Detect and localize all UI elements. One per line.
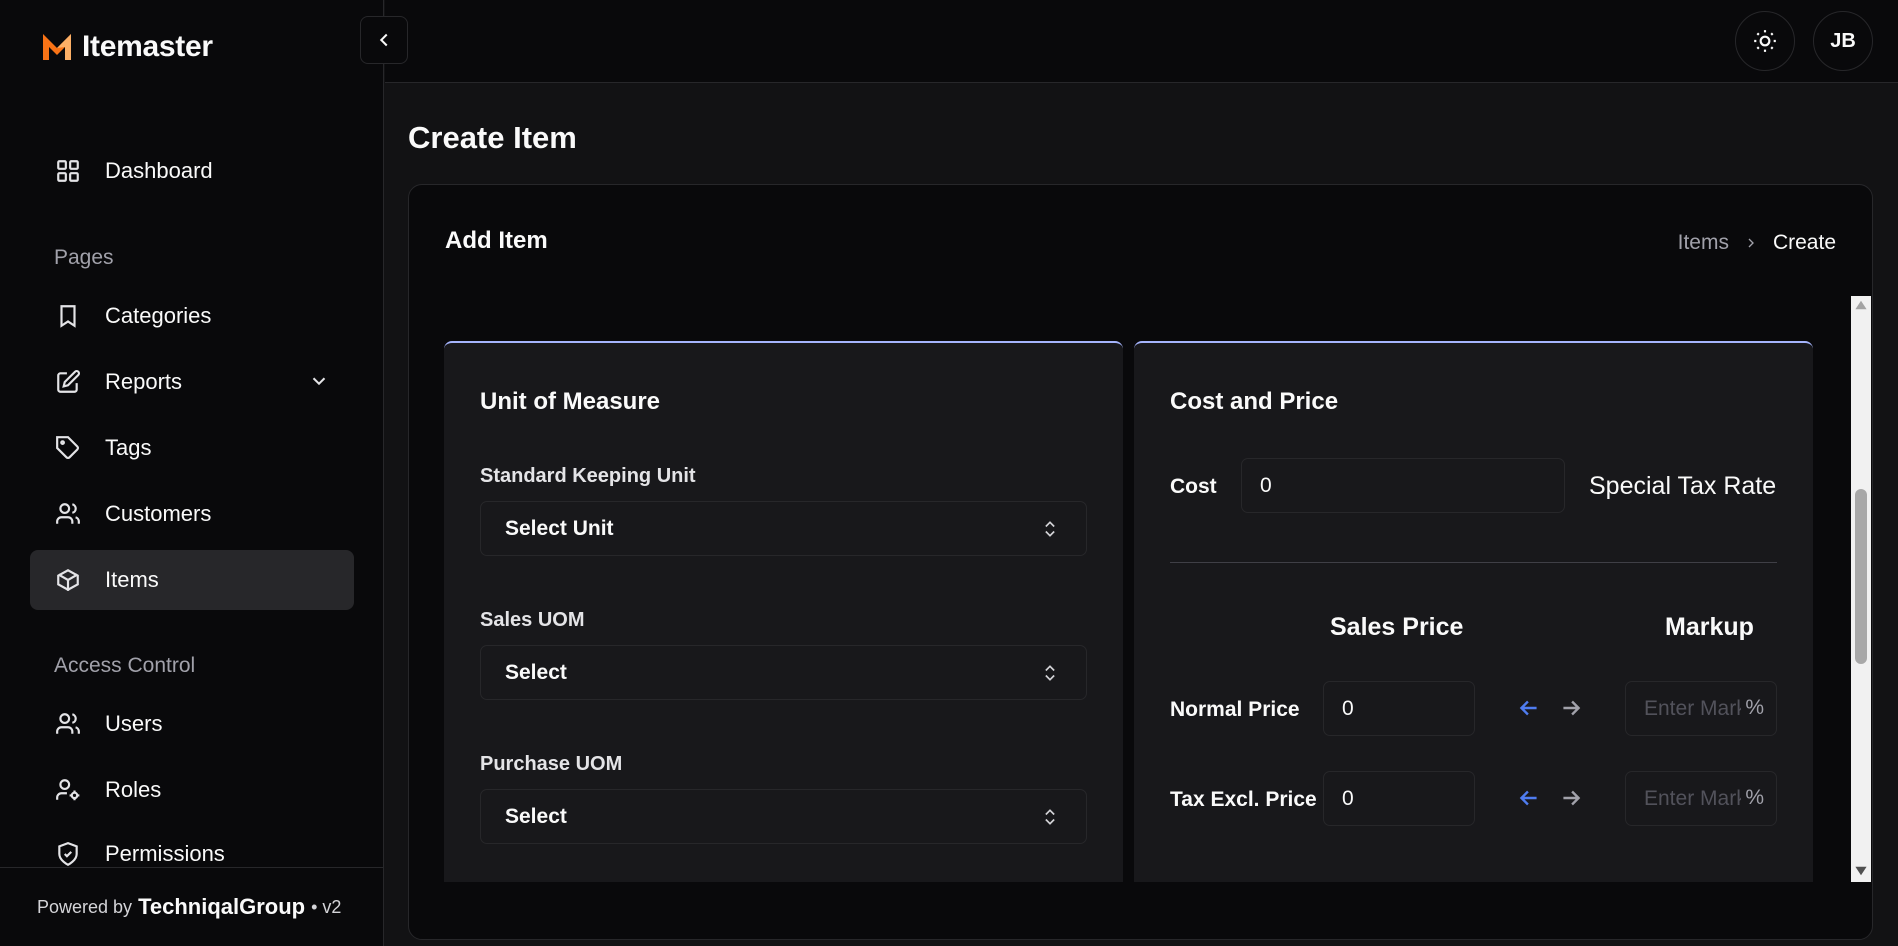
sidebar-item-categories[interactable]: Categories [30,286,354,346]
sidebar-collapse-button[interactable] [360,16,408,64]
sidebar-footer: Powered by TechniqalGroup • v2 [0,867,384,946]
user-cog-icon [54,776,82,804]
tag-icon [54,434,82,462]
cost-price-title: Cost and Price [1170,388,1339,415]
tax-excl-markup-field: % [1625,771,1777,826]
sidebar-item-label: Reports [105,369,183,394]
chevron-left-icon [379,33,388,47]
sidebar-item-label: Users [105,711,163,736]
sidebar-item-label: Categories [105,303,212,328]
arrow-right-icon[interactable] [1556,693,1586,723]
cost-input[interactable] [1241,458,1565,513]
chevron-right-icon [1748,238,1754,248]
page-title: Create Item [408,120,577,155]
footer-version: • v2 [311,896,342,917]
sidebar-item-tags[interactable]: Tags [30,418,354,478]
app-name: Itemaster [82,30,213,63]
box-icon [54,566,82,594]
app-logo[interactable]: Itemaster [40,30,213,64]
scroll-down-icon[interactable] [1851,864,1871,880]
sales-uom-select[interactable]: Select [480,645,1087,700]
logo-icon [43,34,71,60]
tax-excl-markup-input[interactable] [1626,772,1741,825]
chevrons-up-down-icon [1045,665,1055,681]
purchase-uom-label: Purchase UOM [480,753,623,775]
cost-label: Cost [1170,475,1217,498]
normal-markup-input[interactable] [1626,682,1741,735]
purchase-uom-select-value: Select [505,804,567,828]
scroll-thumb[interactable] [1855,489,1867,664]
chevron-down-icon[interactable] [308,370,330,397]
sku-select-value: Select Unit [505,516,614,540]
card-title: Add Item [445,227,548,254]
sidebar-item-reports[interactable]: Reports [30,352,354,412]
normal-price-input[interactable] [1323,681,1475,736]
sidebar-item-users[interactable]: Users [30,694,354,754]
markup-heading: Markup [1665,613,1754,641]
breadcrumb: Items Create [1678,231,1836,255]
cost-and-price-card: Cost and Price Cost Special Tax Rate Sal… [1134,341,1813,882]
section-label-access-control: Access Control [54,654,196,677]
sun-icon [1754,30,1776,52]
users-icon [54,500,82,528]
sidebar: Itemaster Dashboard Pages Categories Rep… [0,0,384,946]
unit-of-measure-card: Unit of Measure Standard Keeping Unit Se… [444,341,1123,882]
sidebar-item-label: Items [105,567,159,592]
sidebar-item-label: Permissions [105,841,225,866]
purchase-uom-select[interactable]: Select [480,789,1087,844]
sidebar-item-items[interactable]: Items [30,550,354,610]
sku-label: Standard Keeping Unit [480,465,696,487]
sales-uom-select-value: Select [505,660,567,684]
percent-suffix: % [1745,786,1764,809]
chevrons-up-down-icon [1045,809,1055,825]
section-label-pages: Pages [54,246,114,269]
arrow-left-icon[interactable] [1514,693,1544,723]
tax-excl-price-input[interactable] [1323,771,1475,826]
arrow-left-icon[interactable] [1514,783,1544,813]
bookmark-icon [54,302,82,330]
chevrons-up-down-icon [1045,521,1055,537]
sidebar-item-label: Tags [105,435,152,460]
sidebar-item-label: Customers [105,501,212,526]
sales-price-heading: Sales Price [1330,613,1464,641]
sidebar-item-label: Dashboard [105,158,213,183]
content-scrollbar[interactable] [1851,296,1871,882]
special-tax-rate-label: Special Tax Rate [1589,472,1777,500]
breadcrumb-current: Create [1772,231,1836,254]
normal-markup-field: % [1625,681,1777,736]
theme-toggle-button[interactable] [1735,11,1795,71]
footer-prefix: Powered by [37,896,133,917]
sales-uom-label: Sales UOM [480,609,585,631]
sidebar-item-customers[interactable]: Customers [30,484,354,544]
uom-title: Unit of Measure [480,388,661,415]
scroll-up-icon[interactable] [1851,298,1871,314]
arrow-right-icon[interactable] [1556,783,1586,813]
sidebar-item-dashboard[interactable]: Dashboard [30,141,354,201]
tax-excl-price-label: Tax Excl. Price [1170,788,1317,811]
users-icon [54,710,82,738]
grid-icon [54,157,82,185]
breadcrumb-items-link[interactable]: Items [1678,231,1729,255]
user-avatar[interactable]: JB [1813,11,1873,71]
shield-check-icon [54,840,82,868]
sidebar-item-roles[interactable]: Roles [30,760,354,820]
sku-select[interactable]: Select Unit [480,501,1087,556]
percent-suffix: % [1745,696,1764,719]
normal-price-label: Normal Price [1170,698,1300,721]
edit-icon [54,368,82,396]
top-bar [385,0,1898,83]
sidebar-item-label: Roles [105,777,162,802]
divider [1170,562,1777,563]
footer-brand[interactable]: TechniqalGroup [138,894,305,920]
